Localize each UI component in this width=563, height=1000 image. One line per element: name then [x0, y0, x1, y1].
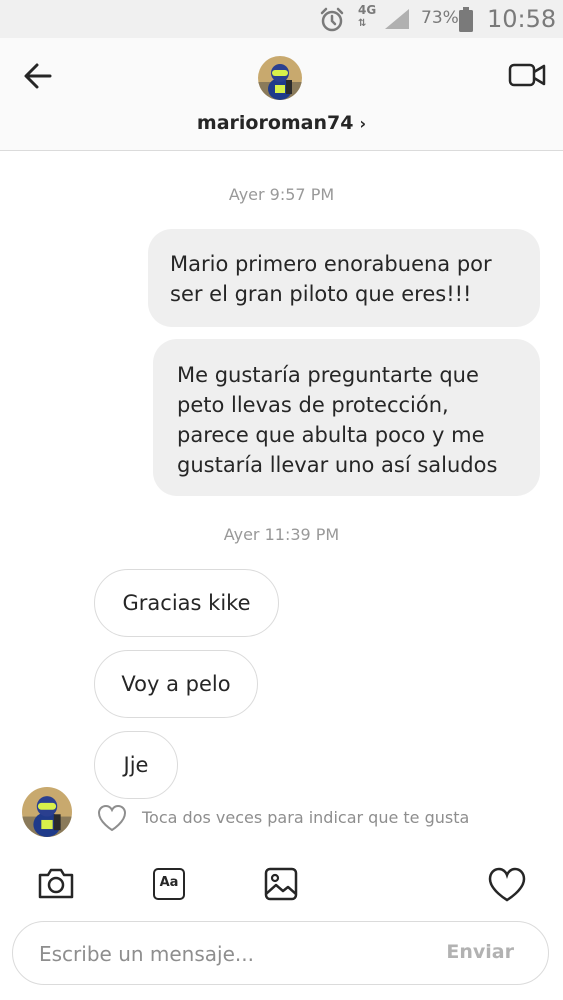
- network-label: 4G: [358, 3, 377, 17]
- data-arrows-icon: ⇅: [358, 18, 367, 29]
- chat-header: marioroman74 ›: [0, 38, 563, 151]
- message-line: Mario primero enorabuena por: [170, 252, 492, 276]
- sent-message-bubble[interactable]: Me gustaría preguntarte que peto llevas …: [153, 339, 540, 496]
- battery-percent: 73%: [421, 8, 459, 28]
- like-hint-text: Toca dos veces para indicar que te gusta: [142, 808, 470, 827]
- back-arrow-icon[interactable]: [22, 60, 54, 92]
- alarm-icon: [320, 7, 344, 32]
- message-line: gustaría llevar uno así saludos: [177, 453, 498, 477]
- received-message-bubble[interactable]: Voy a pelo: [94, 650, 258, 718]
- sent-message-bubble[interactable]: Mario primero enorabuena por ser el gran…: [148, 229, 540, 327]
- video-call-icon[interactable]: [508, 60, 546, 90]
- signal-icon: [385, 9, 409, 29]
- send-button[interactable]: Enviar: [446, 941, 514, 963]
- message-line: Me gustaría preguntarte que: [177, 363, 479, 387]
- username-label: marioroman74: [196, 112, 354, 134]
- sender-avatar[interactable]: [22, 787, 72, 837]
- received-message-bubble[interactable]: Jje: [94, 731, 178, 799]
- received-message-bubble[interactable]: Gracias kike: [94, 569, 279, 637]
- message-input[interactable]: [37, 936, 421, 972]
- battery-icon: [459, 7, 473, 32]
- message-line: ser el gran piloto que eres!!!: [170, 282, 472, 306]
- message-timestamp: Ayer 11:39 PM: [223, 525, 340, 544]
- status-bar: 4G ⇅ 73% 10:58: [0, 0, 563, 38]
- message-line: parece que abulta poco y me: [177, 423, 485, 447]
- heart-outline-icon[interactable]: [96, 804, 128, 832]
- avatar[interactable]: [258, 56, 302, 100]
- message-line: peto llevas de protección,: [177, 393, 449, 417]
- heart-icon[interactable]: [487, 867, 527, 903]
- gallery-icon[interactable]: [263, 866, 299, 902]
- chat-username[interactable]: marioroman74 ›: [0, 112, 563, 134]
- status-time: 10:58: [487, 5, 557, 33]
- text-style-icon[interactable]: Aa: [153, 868, 185, 900]
- message-timestamp: Ayer 9:57 PM: [228, 185, 335, 204]
- message-composer: Enviar: [12, 921, 549, 985]
- chevron-right-icon: ›: [359, 114, 367, 133]
- network-indicator: 4G ⇅: [358, 4, 376, 30]
- camera-icon[interactable]: [37, 866, 75, 900]
